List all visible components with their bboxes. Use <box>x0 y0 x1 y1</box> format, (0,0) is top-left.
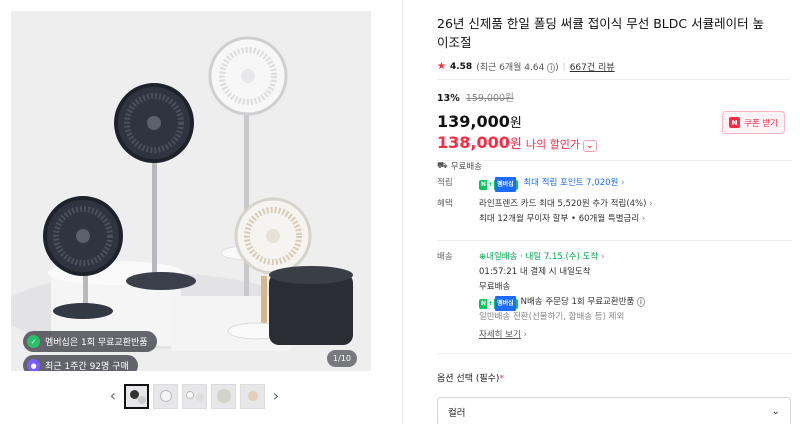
rating-row: ★ 4.58 (최근 6개월 4.64 i) | 667건 리뷰 <box>437 60 790 73</box>
free-shipping: ⛟ 무료배송 <box>437 160 790 173</box>
chevron-down-icon[interactable]: ⌄ <box>582 140 597 152</box>
thumbnail-1[interactable] <box>124 383 149 409</box>
membership-badge: ✓ 멤버십은 1회 무료교환반품 <box>23 331 157 352</box>
info-icon: i <box>547 63 556 73</box>
truck-icon: ⛟ <box>437 160 448 171</box>
installment-line[interactable]: 최대 12개월 무이자 할부 • 60개월 특별금리 › <box>479 212 779 227</box>
section-divider-2 <box>437 240 792 241</box>
product-photo <box>11 11 371 371</box>
purchase-count-icon: ● <box>27 359 40 371</box>
color-option-value: 컬러 <box>448 407 466 419</box>
membership-badge-label: 멤버십은 1회 무료교환반품 <box>45 338 148 348</box>
delivery-fee: 무료배송 <box>479 282 511 292</box>
rating-score: 4.58 <box>449 61 473 72</box>
membership-check-icon: ✓ <box>27 335 40 348</box>
benefits-label: 혜택 <box>437 199 453 209</box>
card-benefit-line[interactable]: 라인프렌즈 카드 최대 5,520원 추가 적립(4%) › <box>479 197 779 212</box>
star-icon: ★ <box>437 61 446 72</box>
chevron-down-icon: ⌄ <box>771 406 780 417</box>
color-option-select[interactable]: 컬러 ⌄ <box>437 397 791 424</box>
points-label: 적립 <box>437 178 453 188</box>
chevron-right-icon: › <box>621 178 625 188</box>
review-count-link[interactable]: 667건 리뷰 <box>570 60 615 73</box>
my-discount-price[interactable]: 138,000 원 나의 할인가 ⌄ <box>437 133 790 152</box>
rating-divider <box>437 79 790 80</box>
rating-separator: | <box>562 61 566 72</box>
naver-membership-badge: N + 멤버십 <box>479 296 518 311</box>
coupon-button-label: 쿠폰 받기 <box>744 118 778 129</box>
rating-recent: (최근 6개월 4.64 i) <box>476 63 559 73</box>
info-icon: i <box>637 297 645 307</box>
thumbnail-4[interactable] <box>211 383 236 409</box>
points-link[interactable]: 최대 적립 포인트 7,020원 <box>523 178 618 188</box>
option-label: 옵션 선택 (필수)* <box>437 374 504 384</box>
original-price: 159,000원 <box>465 93 514 104</box>
image-counter: 1/10 <box>327 350 357 367</box>
free-exchange-line: N + 멤버십 N배송 주문당 1회 무료교환반품 i <box>479 295 779 311</box>
coupon-button[interactable]: N 쿠폰 받기 <box>722 111 785 134</box>
exclusion-note: 일반배송 전환(선물하기, 합배송 등) 제외 <box>479 312 625 322</box>
product-title: 26년 신제품 한일 폴딩 써큘 접이식 무선 BLDC 서큘레이터 높이조절 <box>437 16 765 50</box>
thumbnail-strip: ‹ › <box>106 382 283 410</box>
thumbnail-2[interactable] <box>153 383 178 409</box>
thumbnail-next-icon[interactable]: › <box>269 382 283 410</box>
my-price-value: 138,000 <box>437 133 510 152</box>
free-shipping-label: 무료배송 <box>450 162 482 172</box>
tomorrow-delivery-badge: ⊕내일배송 <box>479 252 518 262</box>
product-info-panel: 26년 신제품 한일 폴딩 써큘 접이식 무선 BLDC 서큘레이터 높이조절 … <box>437 14 792 424</box>
discount-percent: 13% <box>437 93 460 104</box>
delivery-eta: ⊕내일배송 · 내일 7.15.(수) 도착 › <box>479 252 605 262</box>
product-main-image[interactable]: ✓ 멤버십은 1회 무료교환반품 ● 최근 1주간 92명 구매 1/10 <box>11 11 371 371</box>
naver-membership-badge: N + 멤버십 <box>479 177 518 192</box>
column-divider <box>402 0 403 424</box>
discount-row: 13% 159,000원 <box>437 90 790 104</box>
delivery-label: 배송 <box>437 252 453 262</box>
delivery-cutoff: 01:57:21 내 결제 시 내일도착 <box>479 267 591 277</box>
section-divider-1 <box>437 160 792 161</box>
coupon-n-icon: N <box>729 117 740 128</box>
thumbnail-5[interactable] <box>240 383 265 409</box>
my-price-unit: 원 <box>509 137 522 152</box>
section-divider-3 <box>437 353 792 354</box>
thumbnail-prev-icon[interactable]: ‹ <box>106 382 120 410</box>
purchase-count-badge: ● 최근 1주간 92명 구매 <box>23 355 138 371</box>
my-price-label: 나의 할인가 <box>525 138 580 151</box>
details-link[interactable]: 자세히 보기 › <box>479 328 779 343</box>
thumbnail-3[interactable] <box>182 383 207 409</box>
purchase-count-label: 최근 1주간 92명 구매 <box>45 362 129 371</box>
